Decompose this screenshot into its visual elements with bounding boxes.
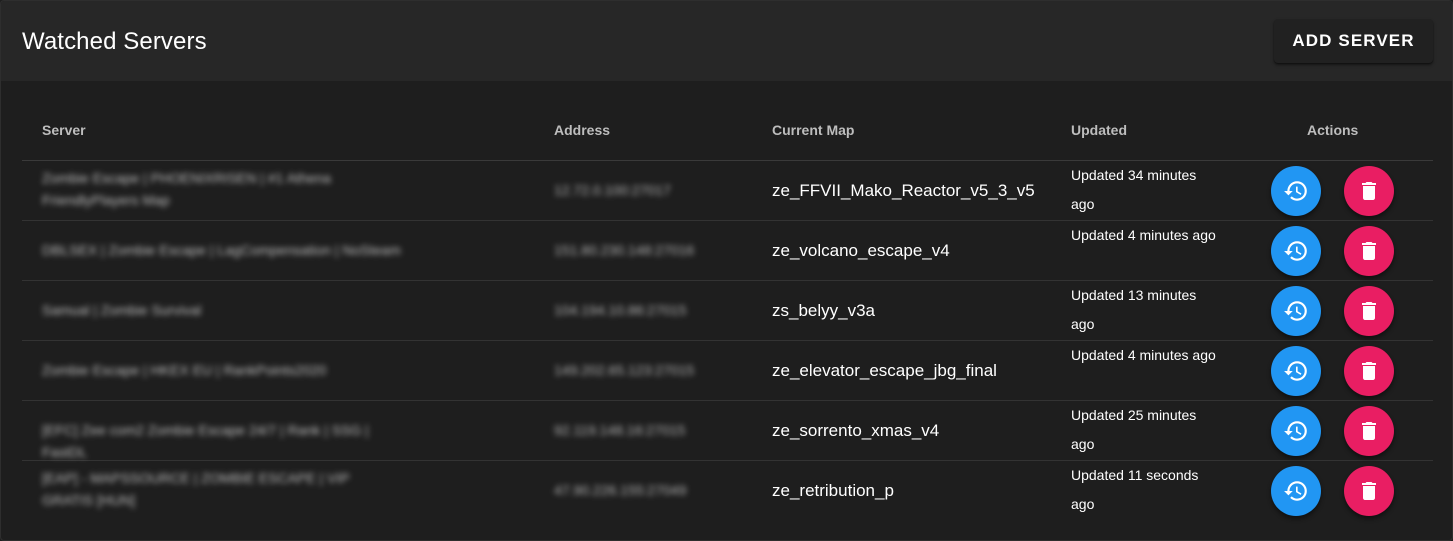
history-icon — [1284, 181, 1307, 201]
column-header-address[interactable]: Address — [554, 120, 610, 140]
history-button[interactable] — [1271, 346, 1321, 396]
updated-time: Updated 13 minutes ago — [1071, 287, 1197, 332]
history-icon — [1284, 301, 1307, 321]
server-name: [EFC] Zee com2 Zombie Escape 24/7 | Rank… — [42, 422, 369, 460]
server-address: 12.72.0.100:27017 — [554, 182, 671, 198]
current-map: zs_belyy_v3a — [772, 301, 876, 320]
current-map: ze_sorrento_xmas_v4 — [772, 421, 940, 440]
current-map: ze_volcano_escape_v4 — [772, 241, 950, 260]
updated-time: Updated 4 minutes ago — [1071, 347, 1216, 363]
history-button[interactable] — [1271, 226, 1321, 276]
column-header-actions: Actions — [1307, 122, 1359, 138]
server-name: DBLSEX | Zombie Escape | LagCompensation… — [42, 242, 401, 258]
servers-table: Server Address Current Map Updated Actio… — [22, 100, 1433, 520]
server-name: Samual | Zombie Survival — [42, 302, 202, 318]
trash-icon — [1362, 182, 1376, 200]
card-header: Watched Servers ADD SERVER — [1, 1, 1452, 81]
server-address: 149.202.65.123:27015 — [554, 362, 695, 378]
table-row: [EFC] Zee com2 Zombie Escape 24/7 | Rank… — [22, 401, 1433, 461]
updated-time: Updated 4 minutes ago — [1071, 227, 1216, 243]
updated-time: Updated 11 seconds ago — [1071, 467, 1199, 512]
current-map: ze_retribution_p — [772, 481, 894, 500]
table-row: Zombie Escape | PHOENIXRISEN | #1 Athena… — [22, 161, 1433, 221]
server-name: [EAP] - MAPSSOURCE | ZOMBIE ESCAPE | VIP… — [42, 470, 350, 508]
server-name: Zombie Escape | HKEX EU | RankPoints2020 — [42, 362, 327, 378]
column-header-current-map[interactable]: Current Map — [772, 120, 854, 140]
updated-time: Updated 34 minutes ago — [1071, 167, 1197, 212]
table-row: [EAP] - MAPSSOURCE | ZOMBIE ESCAPE | VIP… — [22, 461, 1433, 520]
delete-button[interactable] — [1344, 226, 1394, 276]
trash-icon — [1362, 362, 1376, 380]
delete-button[interactable] — [1344, 406, 1394, 456]
table-row: Samual | Zombie Survival 104.194.10.86:2… — [22, 281, 1433, 341]
server-address: 47.90.226.155:27049 — [554, 482, 687, 498]
table-row: DBLSEX | Zombie Escape | LagCompensation… — [22, 221, 1433, 281]
history-icon — [1284, 241, 1307, 261]
updated-time: Updated 25 minutes ago — [1071, 407, 1197, 452]
trash-icon — [1362, 422, 1376, 440]
table-body: Zombie Escape | PHOENIXRISEN | #1 Athena… — [22, 161, 1433, 520]
current-map: ze_FFVII_Mako_Reactor_v5_3_v5 — [772, 181, 1035, 200]
history-icon — [1284, 421, 1307, 441]
table-row: Zombie Escape | HKEX EU | RankPoints2020… — [22, 341, 1433, 401]
trash-icon — [1362, 482, 1376, 500]
add-server-button[interactable]: ADD SERVER — [1274, 19, 1433, 63]
delete-button[interactable] — [1344, 166, 1394, 216]
server-name: Zombie Escape | PHOENIXRISEN | #1 Athena… — [42, 170, 331, 208]
server-address: 104.194.10.86:27015 — [554, 302, 687, 318]
server-address: 151.80.230.148:27016 — [554, 242, 695, 258]
history-icon — [1284, 361, 1307, 381]
trash-icon — [1362, 302, 1376, 320]
history-icon — [1284, 481, 1307, 501]
history-button[interactable] — [1271, 406, 1321, 456]
trash-icon — [1362, 242, 1376, 260]
server-address: 92.119.148.16:27015 — [554, 422, 686, 438]
column-header-updated[interactable]: Updated — [1071, 120, 1127, 140]
delete-button[interactable] — [1344, 466, 1394, 516]
column-header-server[interactable]: Server — [42, 120, 86, 140]
current-map: ze_elevator_escape_jbg_final — [772, 361, 997, 380]
watched-servers-card: Watched Servers ADD SERVER Server Addres… — [0, 0, 1453, 541]
history-button[interactable] — [1271, 166, 1321, 216]
history-button[interactable] — [1271, 286, 1321, 336]
delete-button[interactable] — [1344, 286, 1394, 336]
delete-button[interactable] — [1344, 346, 1394, 396]
page-title: Watched Servers — [22, 28, 207, 55]
history-button[interactable] — [1271, 466, 1321, 516]
table-header: Server Address Current Map Updated Actio… — [22, 100, 1433, 161]
